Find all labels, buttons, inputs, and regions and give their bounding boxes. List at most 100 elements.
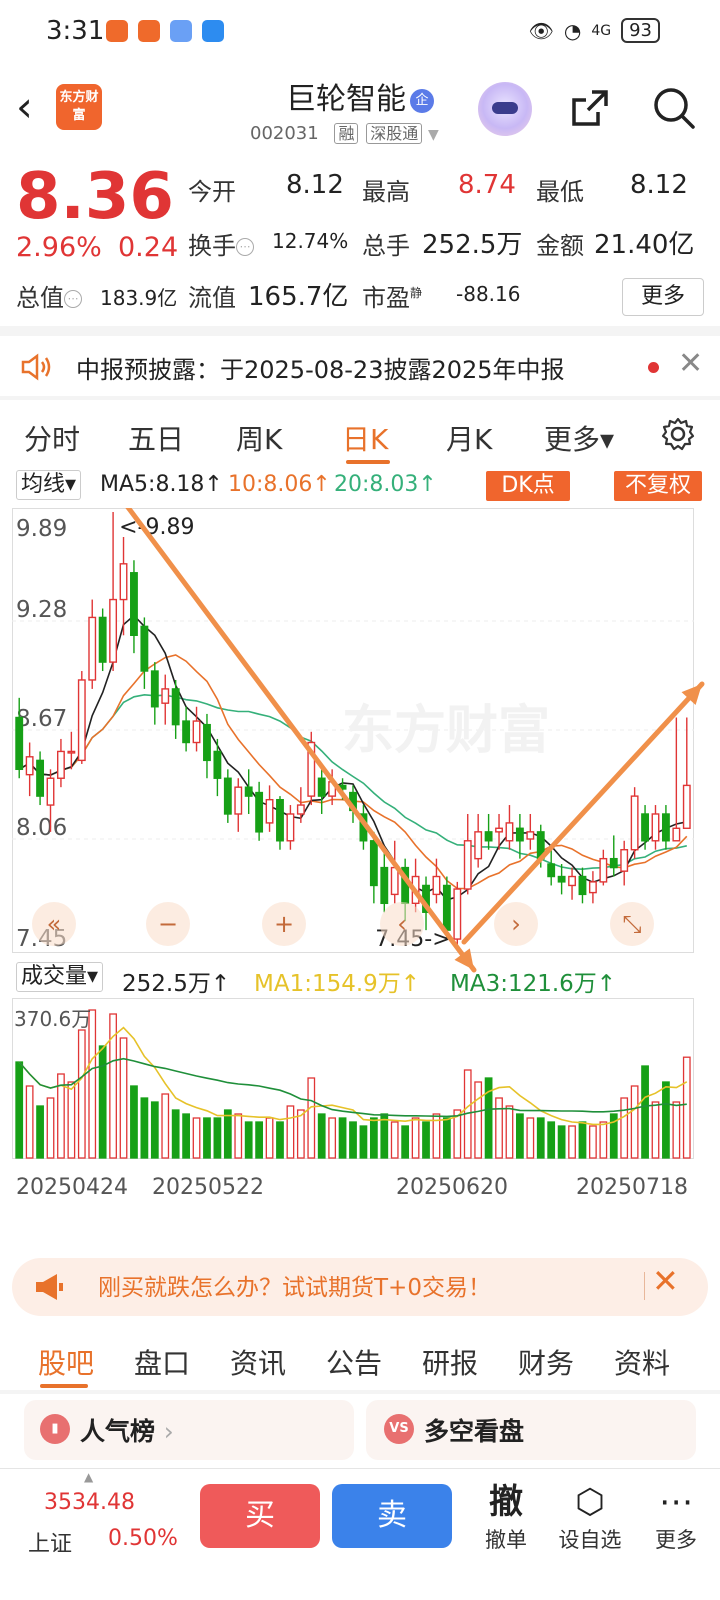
tab-announcements[interactable]: 公告 — [326, 1342, 382, 1382]
tab-news[interactable]: 资讯 — [230, 1342, 286, 1382]
tab-research[interactable]: 研报 — [422, 1342, 478, 1382]
volume-bar — [255, 1121, 264, 1159]
change-amount: 0.24 — [118, 232, 179, 263]
volume-bar — [442, 1117, 451, 1159]
volume-bar — [672, 1101, 681, 1159]
volume-bar — [98, 1045, 107, 1159]
chart-nav-icon[interactable]: « — [47, 910, 62, 938]
volume-bar — [682, 1056, 691, 1159]
gear-icon[interactable] — [660, 416, 696, 452]
volume-bar — [390, 1121, 399, 1159]
connect-tag: 深股通 — [366, 123, 423, 144]
tab-intraday[interactable]: 分时 — [24, 418, 80, 458]
kline-chart[interactable]: 9.899.288.678.067.45东方财富<-9.897.45->«−+‹… — [12, 508, 706, 1226]
volume-ma1: MA1:154.9万↑ — [254, 971, 421, 997]
chart-nav-icon[interactable]: ⤡ — [622, 910, 641, 938]
chart-nav-icon[interactable]: › — [511, 910, 521, 938]
volume-bar — [526, 1117, 535, 1159]
vs-icon: VS — [384, 1414, 414, 1444]
speaker-icon — [21, 353, 51, 381]
sell-button[interactable]: 卖 — [332, 1484, 452, 1548]
current-price: 8.36 — [16, 160, 174, 234]
index-name[interactable]: 上证 — [28, 1526, 72, 1558]
popularity-label[interactable]: 人气榜 › — [80, 1412, 174, 1448]
candle-down — [317, 777, 326, 797]
volume-bar — [223, 1109, 232, 1159]
candle-up — [682, 784, 691, 829]
candle-down — [661, 813, 670, 842]
chart-nav-icon[interactable]: − — [158, 910, 178, 938]
tab-monthly[interactable]: 月K — [446, 418, 492, 458]
volume-bar — [161, 1093, 170, 1159]
dropdown-icon[interactable]: ▼ — [428, 127, 439, 143]
volume-bar — [547, 1121, 556, 1159]
tab-guba[interactable]: 股吧 — [38, 1342, 94, 1382]
candle-up — [453, 888, 462, 940]
turnover-label[interactable]: 换手 ⋯ — [188, 226, 254, 261]
mktcap-label[interactable]: 总值 ⋯ — [16, 278, 82, 313]
tab-five-day[interactable]: 五日 — [128, 418, 184, 458]
volume-bar — [276, 1121, 284, 1159]
volume-bar — [474, 1081, 483, 1159]
collapse-arrow-icon[interactable]: ▲ — [84, 1470, 93, 1484]
volume-bar — [338, 1117, 347, 1159]
dk-point-button[interactable]: DK点 — [486, 471, 570, 501]
candle-up — [651, 813, 660, 842]
long-short-card[interactable] — [366, 1400, 696, 1460]
add-watchlist-button[interactable]: ⬡ 设自选 — [550, 1480, 630, 1554]
notification-app-icon — [106, 20, 128, 42]
volume-bar — [244, 1121, 253, 1159]
watchlist-icon: ⬡ — [575, 1482, 605, 1522]
candle-up — [119, 563, 128, 601]
index-change: 0.50% — [108, 1526, 178, 1551]
x-tick-label: 20250620 — [396, 1175, 508, 1200]
volume-bar — [369, 1117, 378, 1159]
close-icon[interactable]: ✕ — [652, 1262, 679, 1300]
promo-text[interactable]: 刚买就跌怎么办？试试期货T+0交易！ — [98, 1268, 491, 1302]
more-button[interactable]: ⋯ 更多 — [636, 1480, 716, 1554]
candle-up — [77, 679, 86, 762]
long-short-label[interactable]: 多空看盘 — [424, 1412, 524, 1448]
candle-down — [547, 863, 556, 878]
no-adjust-button[interactable]: 不复权 — [614, 471, 702, 501]
candle-up — [296, 804, 305, 815]
volume-bar — [620, 1097, 629, 1159]
active-tab-indicator — [346, 460, 390, 464]
volume-bar — [411, 1117, 420, 1159]
share-icon[interactable] — [568, 86, 612, 130]
volume-bar — [234, 1113, 243, 1159]
candle-up — [620, 849, 629, 872]
candle-down — [641, 813, 649, 842]
chart-nav-icon[interactable]: ‹ — [397, 910, 407, 938]
ai-assistant-icon[interactable] — [478, 82, 532, 136]
watermark: 东方财富 — [342, 701, 550, 761]
index-value[interactable]: 3534.48 — [44, 1490, 135, 1515]
volume-bar — [568, 1125, 576, 1159]
tab-weekly[interactable]: 周K — [236, 418, 282, 458]
tab-order-book[interactable]: 盘口 — [134, 1342, 190, 1382]
volume-bar — [589, 1125, 597, 1159]
candle-up — [25, 756, 34, 776]
buy-button[interactable]: 买 — [200, 1484, 320, 1548]
close-icon[interactable]: ✕ — [678, 346, 703, 381]
chart-nav-icon[interactable]: + — [274, 910, 294, 938]
more-quote-button[interactable]: 更多 — [622, 278, 704, 316]
candle-up — [568, 875, 576, 887]
indicator-selector[interactable]: 均线▾ — [16, 470, 82, 500]
volume-selector[interactable]: 成交量▾ — [16, 962, 104, 992]
search-icon[interactable] — [650, 84, 698, 132]
volume-bar — [630, 1085, 639, 1159]
candle-down — [484, 831, 493, 842]
unread-dot — [648, 362, 659, 373]
tab-profile[interactable]: 资料 — [614, 1342, 670, 1382]
tab-financials[interactable]: 财务 — [518, 1342, 574, 1382]
tab-more[interactable]: 更多▾ — [544, 418, 614, 458]
candle-down — [140, 625, 149, 672]
notice-text[interactable]: 中报预披露：于2025-08-23披露2025年中报 — [76, 350, 565, 385]
cancel-order-button[interactable]: 撤 撤单 — [466, 1480, 546, 1554]
candle-up — [599, 857, 608, 883]
candle-down — [369, 840, 378, 887]
popularity-card[interactable] — [24, 1400, 354, 1460]
stock-code: 002031 — [250, 123, 319, 144]
tab-daily[interactable]: 日K — [342, 418, 388, 458]
